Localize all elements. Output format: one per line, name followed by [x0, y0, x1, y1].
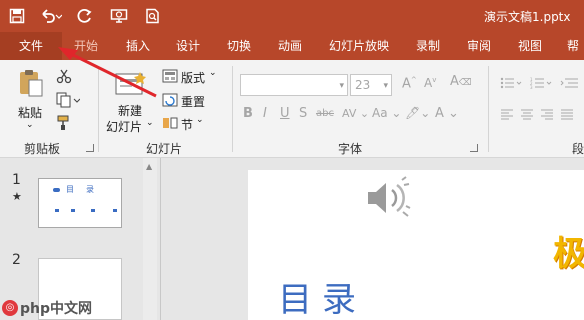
- annotation-arrow: [58, 47, 157, 98]
- watermark-logo: ◎: [2, 300, 18, 316]
- watermark-text: php中文网: [20, 301, 93, 317]
- watermark: ◎ php中文网: [2, 298, 92, 318]
